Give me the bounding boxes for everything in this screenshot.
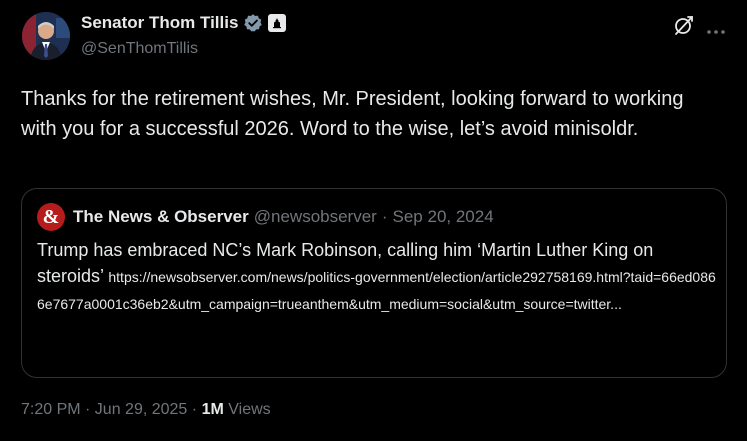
grok-icon[interactable] bbox=[672, 13, 696, 37]
author-avatar[interactable] bbox=[22, 12, 70, 60]
views-count[interactable]: 1M bbox=[202, 401, 224, 418]
quote-avatar[interactable]: & bbox=[37, 203, 65, 231]
author-handle[interactable]: @SenThomTillis bbox=[81, 40, 198, 58]
quote-author-handle: @newsobserver bbox=[253, 207, 377, 226]
tweet-timestamp[interactable]: 7:20 PM · Jun 29, 2025 bbox=[21, 401, 187, 418]
views-label: Views bbox=[228, 401, 271, 418]
tweet-meta: 7:20 PM · Jun 29, 2025 · 1M Views bbox=[21, 401, 271, 419]
verified-badge-icon[interactable] bbox=[243, 13, 263, 33]
quote-date: Sep 20, 2024 bbox=[392, 207, 494, 226]
author-name[interactable]: Senator Thom Tillis bbox=[81, 13, 238, 33]
quote-author-name: The News & Observer bbox=[73, 207, 249, 226]
tweet-text: Thanks for the retirement wishes, Mr. Pr… bbox=[21, 88, 684, 140]
quote-separator: · bbox=[381, 207, 388, 226]
meta-separator: · bbox=[191, 401, 198, 418]
author-name-row: Senator Thom Tillis bbox=[81, 13, 287, 33]
quote-link[interactable]: https://newsobserver.com/news/politics-g… bbox=[37, 269, 716, 312]
quote-tweet-card[interactable]: & The News & Observer @newsobserver · Se… bbox=[21, 188, 727, 378]
more-options-icon[interactable] bbox=[706, 22, 726, 34]
quote-header: & The News & Observer @newsobserver · Se… bbox=[37, 203, 494, 231]
portrait-avatar bbox=[22, 12, 70, 60]
quote-body: Trump has embraced NC’s Mark Robinson, c… bbox=[37, 237, 717, 317]
us-capitol-badge-icon[interactable] bbox=[268, 14, 287, 32]
